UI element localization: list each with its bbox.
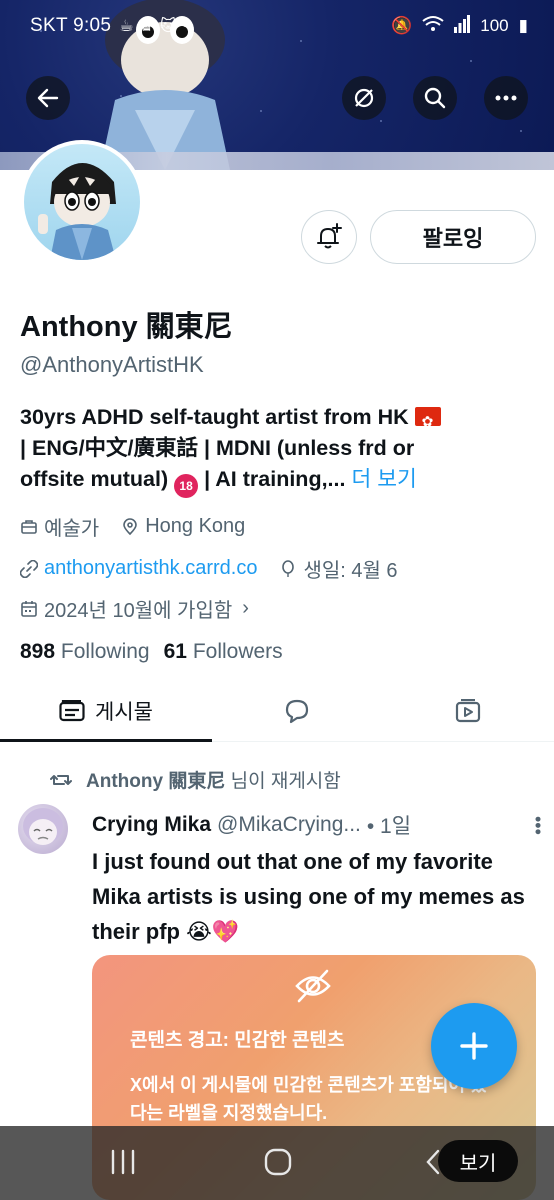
battery-level: 100 — [480, 16, 509, 35]
post-avatar-illustration — [23, 808, 63, 845]
tab-media[interactable] — [382, 680, 554, 742]
followers-count-link[interactable]: 61 Followers — [164, 640, 283, 664]
profile-category: 예술가 — [44, 518, 100, 540]
link-icon — [20, 559, 38, 578]
dot-icon: • — [182, 17, 189, 34]
post-header: Crying Mika @MikaCrying... • 1일 ••• — [92, 810, 548, 840]
calendar-icon — [21, 600, 37, 617]
posts-tab-icon — [59, 700, 85, 722]
avatar-illustration — [38, 163, 116, 260]
search-button[interactable] — [413, 76, 457, 120]
repost-author[interactable]: Anthony 關東尼 — [86, 771, 225, 792]
profile-meta-row-1: 예술가 Hong Kong — [20, 512, 267, 541]
following-count-link[interactable]: 898 Following — [20, 640, 150, 664]
bio-line-3b: | AI training,... — [204, 467, 346, 491]
profile-bio: 30yrs ADHD self-taught artist from HK | … — [20, 402, 540, 498]
more-options-button[interactable] — [484, 76, 528, 120]
active-tab-indicator — [0, 739, 212, 742]
profile-tabs: 게시물 — [0, 680, 554, 742]
tab-replies[interactable] — [212, 680, 382, 742]
wifi-icon — [422, 15, 444, 38]
bio-line-2: | ENG/中文/廣東話 | MDNI (unless frd or — [20, 436, 415, 460]
notification-bell-button[interactable] — [301, 210, 357, 264]
post-author-avatar[interactable] — [18, 804, 68, 854]
back-button[interactable] — [26, 76, 70, 120]
more-dots-icon — [495, 95, 517, 101]
grok-icon — [354, 88, 374, 108]
chevron-right-icon: › — [242, 597, 249, 619]
location-pin-icon — [123, 517, 138, 535]
post-more-icon[interactable]: ••• — [528, 816, 548, 835]
profile-website-link[interactable]: anthonyartisthk.carrd.co — [44, 557, 257, 580]
profile-name: Anthony 關東尼 — [20, 311, 233, 343]
hong-kong-flag-icon — [414, 406, 441, 437]
search-icon — [424, 87, 446, 109]
post-author-name[interactable]: Crying Mika — [92, 813, 211, 837]
cat-icon: 🐱 — [159, 18, 177, 35]
post-time: • 1일 — [366, 815, 412, 838]
post-text: I just found out that one of my favorite… — [92, 849, 525, 944]
bio-line-1: 30yrs ADHD self-taught artist from HK — [20, 405, 409, 429]
following-button[interactable]: 팔로잉 — [370, 210, 536, 264]
bell-plus-icon — [317, 223, 342, 249]
profile-meta-row-3[interactable]: 2024년 10월에 가입함 › — [20, 594, 271, 623]
home-icon[interactable] — [264, 1148, 292, 1176]
grok-button[interactable] — [342, 76, 386, 120]
profile-joined-date: 2024년 10월에 가입함 — [44, 600, 233, 622]
reply-bubble-icon — [285, 699, 309, 724]
crown-icon: ♛ — [139, 18, 154, 35]
no-under-18-icon: 18 — [174, 474, 199, 498]
cup-icon: ☕ — [119, 18, 134, 35]
balloon-icon — [282, 559, 295, 577]
eye-off-icon — [295, 969, 331, 1003]
content-warning-title: 콘텐츠 경고: 민감한 콘텐츠 — [130, 1030, 345, 1051]
profile-meta-row-2: anthonyartisthk.carrd.co 생일: 4월 6 — [20, 554, 420, 583]
signal-icon — [454, 14, 471, 38]
repost-suffix: 님이 재게시함 — [230, 771, 341, 792]
post-author-handle[interactable]: @MikaCrying... — [217, 813, 361, 837]
profile-location: Hong Kong — [145, 515, 246, 537]
recent-apps-icon[interactable] — [110, 1148, 136, 1176]
bio-line-3: offsite mutual) — [20, 467, 169, 491]
profile-birthday: 생일: 4월 6 — [303, 560, 398, 582]
mute-icon: 🔕 — [391, 16, 413, 35]
tab-posts-label: 게시물 — [95, 701, 153, 724]
video-tab-icon — [455, 699, 481, 723]
profile-avatar[interactable] — [20, 140, 144, 264]
bio-show-more-link[interactable]: 더 보기 — [351, 467, 416, 491]
briefcase-icon — [21, 519, 37, 534]
profile-handle: @AnthonyArtistHK — [20, 352, 204, 377]
battery-icon: ▮ — [518, 16, 528, 35]
view-button[interactable]: 보기 — [438, 1140, 518, 1182]
plus-icon — [460, 1032, 488, 1060]
status-time: SKT 9:05 — [30, 15, 112, 36]
content-warning-body: X에서 이 게시물에 민감한 콘텐츠가 포함되어 있다는 라벨을 지정했습니다. — [130, 1075, 487, 1123]
notification-icons: ☕ ♛ 🐱 • — [119, 16, 188, 36]
compose-post-button[interactable] — [431, 1003, 517, 1089]
status-bar: SKT 9:05 ☕ ♛ 🐱 • 🔕 100 ▮ — [0, 0, 554, 52]
repost-indicator: Anthony 關東尼 님이 재게시함 — [50, 766, 341, 793]
tab-posts[interactable]: 게시물 — [0, 680, 212, 742]
back-arrow-icon — [37, 88, 59, 108]
follow-counts: 898 Following 61 Followers — [20, 640, 283, 664]
repost-icon — [50, 774, 72, 785]
